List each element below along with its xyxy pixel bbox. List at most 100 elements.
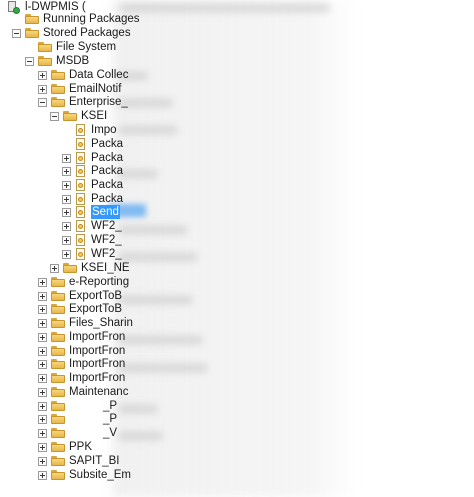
tree-node-folder[interactable]: Files_Sharin — [38, 316, 133, 330]
folder-icon — [25, 28, 39, 38]
tree-node-folder[interactable]: Enterprise_ — [38, 95, 128, 109]
collapse-icon[interactable] — [25, 56, 34, 66]
tree-node-folder[interactable]: ImportFron — [38, 330, 125, 344]
tree-node-package[interactable]: Packa — [62, 164, 123, 178]
folder-icon — [51, 304, 65, 314]
collapse-icon[interactable] — [50, 111, 59, 121]
tree-node-label: Running Packages — [43, 13, 140, 25]
tree-node-label: ExportToB — [69, 303, 123, 315]
tree-node-package-selected[interactable]: Send — [62, 205, 120, 219]
tree-node-package[interactable]: WF2_ — [62, 219, 122, 233]
expand-icon[interactable] — [38, 373, 47, 383]
folder-icon — [51, 332, 65, 342]
expand-icon[interactable] — [38, 318, 47, 328]
tree-node-stored-packages[interactable]: Stored Packages — [12, 26, 131, 40]
expand-icon[interactable] — [62, 194, 71, 204]
tree-node-folder[interactable]: ImportFron — [38, 371, 125, 385]
tree-node-ksei[interactable]: KSEI — [50, 109, 107, 123]
tree-node-label: Maintenanc — [69, 386, 129, 398]
tree-node-label: KSEI_NE — [81, 262, 130, 274]
expand-icon[interactable] — [38, 387, 47, 397]
tree-node-package[interactable]: Packa — [62, 151, 123, 165]
tree-node-label: ImportFron — [69, 372, 126, 384]
tree-node-folder[interactable]: e-Reporting — [38, 275, 129, 289]
expand-icon[interactable] — [62, 166, 71, 176]
expand-icon[interactable] — [38, 456, 47, 466]
tree-node-folder[interactable]: ImportFron — [38, 344, 125, 358]
expand-icon[interactable] — [38, 70, 47, 80]
tree-node-folder[interactable]: KSEI_NE — [50, 261, 130, 275]
expand-icon[interactable] — [38, 277, 47, 287]
tree-node-folder[interactable]: _V — [38, 426, 117, 440]
tree-node-folder[interactable]: ImportFron — [38, 357, 125, 371]
folder-icon — [25, 14, 39, 24]
tree-node-label: e-Reporting — [69, 276, 130, 288]
tree-node-folder[interactable]: EmailNotif — [38, 82, 121, 96]
tree-node-label: Packa — [91, 165, 123, 177]
expand-icon[interactable] — [62, 153, 71, 163]
tree-node-package[interactable]: Packa — [62, 137, 123, 151]
package-icon — [75, 151, 87, 165]
expand-icon[interactable] — [62, 249, 71, 259]
expand-icon[interactable] — [38, 401, 47, 411]
expand-icon[interactable] — [38, 442, 47, 452]
tree-node-label: Enterprise_ — [69, 96, 128, 108]
folder-icon — [51, 291, 65, 301]
tree-node-package[interactable]: Impo — [62, 123, 117, 137]
tree-node-folder[interactable]: _P — [38, 399, 117, 413]
tree-node-label: ImportFron — [69, 358, 126, 370]
package-icon — [75, 247, 87, 261]
collapse-icon[interactable] — [38, 97, 47, 107]
tree-node-package[interactable]: Packa — [62, 192, 123, 206]
folder-icon — [38, 56, 52, 66]
expand-icon[interactable] — [38, 359, 47, 369]
tree-node-folder[interactable]: Data Collec — [38, 68, 128, 82]
expand-icon[interactable] — [38, 84, 47, 94]
tree-node-folder[interactable]: ExportToB — [38, 289, 122, 303]
collapse-icon[interactable] — [12, 28, 21, 38]
package-icon — [75, 137, 87, 151]
tree-node-label: EmailNotif — [69, 83, 122, 95]
folder-icon — [63, 111, 77, 121]
folder-icon — [51, 373, 65, 383]
package-icon — [75, 219, 87, 233]
tree-node-package[interactable]: WF2_ — [62, 247, 122, 261]
package-icon — [75, 178, 87, 192]
expand-icon[interactable] — [62, 221, 71, 231]
tree-node-file-system[interactable]: File System — [25, 40, 116, 54]
tree-node-label: Packa — [91, 138, 123, 150]
tree-node-label: ImportFron — [69, 345, 126, 357]
tree-node-label: KSEI — [81, 110, 108, 122]
package-icon — [75, 164, 87, 178]
tree-node-label: WF2_ — [91, 234, 122, 246]
expand-icon[interactable] — [38, 414, 47, 424]
tree-node-folder[interactable]: SAPIT_BI — [38, 454, 120, 468]
expand-icon[interactable] — [38, 304, 47, 314]
folder-icon — [51, 401, 65, 411]
expand-icon[interactable] — [38, 470, 47, 480]
expand-icon[interactable] — [38, 346, 47, 356]
package-icon — [75, 123, 87, 137]
tree-node-label: Packa — [91, 152, 123, 164]
expand-icon[interactable] — [38, 428, 47, 438]
expand-icon[interactable] — [50, 263, 59, 273]
tree-node-label: Packa — [91, 179, 123, 191]
tree-node-package[interactable]: WF2_ — [62, 233, 122, 247]
tree-node-label: _V — [103, 427, 118, 439]
tree-node-label: Impo — [91, 124, 117, 136]
expand-icon[interactable] — [62, 180, 71, 190]
tree-node-folder[interactable]: _P — [38, 412, 117, 426]
expand-icon[interactable] — [38, 332, 47, 342]
tree-node-folder[interactable]: ExportToB — [38, 302, 122, 316]
tree-node-msdb[interactable]: MSDB — [25, 54, 89, 68]
tree-node-label: PPK — [69, 441, 93, 453]
expand-icon[interactable] — [62, 207, 71, 217]
tree-node-folder[interactable]: Subsite_Em — [38, 468, 131, 482]
tree-node-label: ImportFron — [69, 331, 126, 343]
expand-icon[interactable] — [38, 291, 47, 301]
tree-node-folder[interactable]: Maintenanc — [38, 385, 128, 399]
expand-icon[interactable] — [62, 235, 71, 245]
tree-node-folder[interactable]: PPK — [38, 440, 92, 454]
tree-node-package[interactable]: Packa — [62, 178, 123, 192]
tree-node-running-packages[interactable]: Running Packages — [12, 12, 140, 26]
